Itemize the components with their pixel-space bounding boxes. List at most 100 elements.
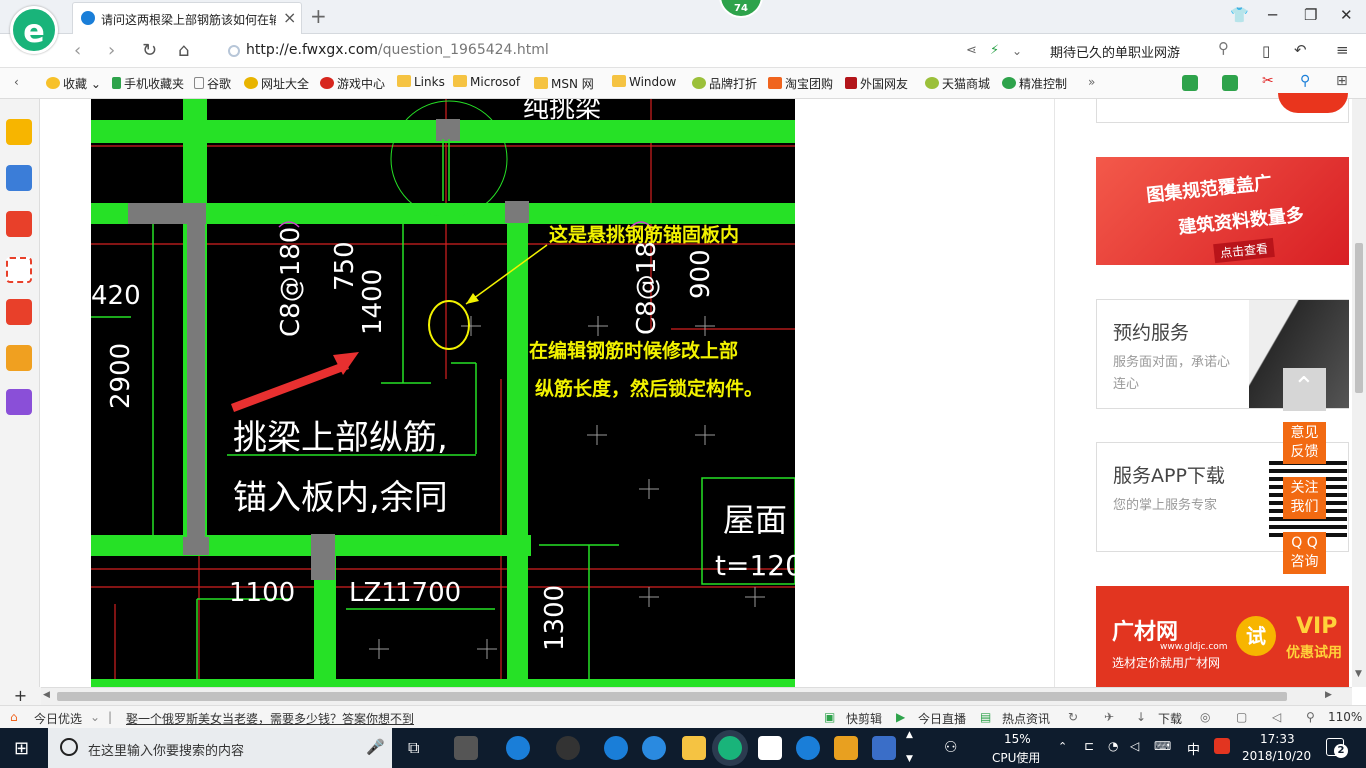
mail-icon[interactable] <box>758 736 782 760</box>
search-icon[interactable]: ⚲ <box>1218 39 1229 57</box>
network-device-icon[interactable]: ⊏ <box>1084 739 1094 753</box>
bookmark-item[interactable]: MSN 网 <box>534 75 594 92</box>
browser-tab[interactable]: 请问这两根梁上部钢筋该如何在输 × <box>72 2 302 34</box>
taskbar-scroll-down-icon[interactable]: ▼ <box>906 754 913 764</box>
2345-browser-icon[interactable] <box>718 736 742 760</box>
bookmark-item[interactable]: 精准控制 <box>1002 75 1067 92</box>
bookmark-item[interactable]: 游戏中心 <box>320 75 385 92</box>
keyboard-icon[interactable]: ⌨ <box>1154 739 1171 753</box>
news-headline[interactable]: 娶一个俄罗斯美女当老婆，需要多少钱？答案你想不到 <box>126 710 414 727</box>
bookmark-item[interactable]: 淘宝团购 <box>768 75 833 92</box>
refresh-icon[interactable]: ↻ <box>1068 710 1078 724</box>
new-tab-button[interactable]: + <box>310 4 327 28</box>
forward-icon[interactable]: › <box>108 40 115 61</box>
home-icon[interactable]: ⌂ <box>178 40 189 61</box>
pin-icon[interactable]: ✈ <box>1104 710 1114 724</box>
back-icon[interactable]: ‹ <box>74 40 81 61</box>
clock-time[interactable]: 17:33 <box>1260 732 1295 746</box>
bookmark-item[interactable]: 品牌打折 <box>692 75 757 92</box>
clock-date[interactable]: 2018/10/20 <box>1242 749 1311 763</box>
bookmark-item[interactable]: 外国网友 <box>845 75 908 92</box>
scissors-icon[interactable]: ✂ <box>1262 73 1274 89</box>
volume-icon[interactable]: ◁ <box>1272 710 1281 724</box>
url-field[interactable]: http://e.fwxgx.com/question_1965424.html <box>222 39 958 63</box>
hot-news-link[interactable]: 热点资讯 <box>1002 710 1050 727</box>
taskbar-search[interactable]: 在这里输入你要搜索的内容 🎤 <box>48 728 392 768</box>
download-link[interactable]: 下载 <box>1158 710 1182 727</box>
scroll-down-icon[interactable]: ▼ <box>1355 669 1362 679</box>
favorites-icon[interactable] <box>6 119 32 145</box>
bookmark-item[interactable]: 谷歌 <box>194 75 231 92</box>
note-icon[interactable] <box>6 345 32 371</box>
mail-icon[interactable] <box>6 257 32 283</box>
live-link[interactable]: 今日直播 <box>918 710 966 727</box>
edge-icon[interactable] <box>604 736 628 760</box>
bookmark-item[interactable]: 天猫商城 <box>925 75 990 92</box>
add-sidebar-button[interactable]: + <box>0 687 41 705</box>
zoom-level[interactable]: 110% <box>1328 710 1362 724</box>
microphone-icon[interactable]: 🎤 <box>366 738 385 756</box>
wallet-icon[interactable] <box>1182 75 1198 91</box>
file-explorer-icon[interactable] <box>682 736 706 760</box>
translate-icon[interactable] <box>1222 75 1238 91</box>
share-icon[interactable]: ⋖ <box>966 43 977 58</box>
scroll-right-icon[interactable]: ▶ <box>1325 690 1332 700</box>
guanglianda-icon[interactable] <box>796 736 820 760</box>
sogou-ime-icon[interactable] <box>1214 738 1230 754</box>
volume-icon[interactable]: ◁ <box>1130 739 1139 753</box>
bookmark-item[interactable]: 网址大全 <box>244 75 309 92</box>
bookmark-item[interactable]: Links <box>397 75 445 89</box>
lightning-icon[interactable]: ⚡ <box>990 43 999 58</box>
phone-icon[interactable]: ▯ <box>1262 42 1270 60</box>
browser-icon[interactable]: ◎ <box>1200 710 1210 724</box>
feedback-button[interactable]: 意见 反馈 <box>1283 422 1326 464</box>
comic-icon[interactable] <box>6 389 32 415</box>
browser-logo[interactable]: e <box>10 6 58 54</box>
scroll-thumb[interactable] <box>1355 243 1363 393</box>
bookmark-item[interactable]: 收藏 ⌄ <box>46 75 101 92</box>
today-picks[interactable]: 今日优选 <box>34 710 82 727</box>
news-icon[interactable] <box>6 165 32 191</box>
chevron-down-icon[interactable]: ⌄ <box>1012 44 1022 58</box>
close-tab-icon[interactable]: × <box>283 8 296 27</box>
ad-banner-atlas[interactable]: 图集规范覆盖广 建筑资料数量多 点击查看 <box>1096 157 1349 265</box>
refresh-icon[interactable]: ↻ <box>142 40 157 61</box>
scroll-thumb[interactable] <box>57 692 1287 701</box>
notes-icon[interactable] <box>834 736 858 760</box>
horizontal-scrollbar[interactable]: ◀ ▶ <box>41 687 1352 705</box>
people-icon[interactable]: ⚇ <box>944 738 957 756</box>
task-view-icon[interactable]: ⧉ <box>408 738 419 758</box>
speed-badge[interactable]: 74 <box>719 0 763 18</box>
wifi-icon[interactable]: ◔ <box>1108 739 1118 753</box>
minimize-icon[interactable]: ─ <box>1268 6 1277 24</box>
screenshot-app-icon[interactable] <box>872 736 896 760</box>
quickcut-link[interactable]: 快剪辑 <box>846 710 882 727</box>
tray-expand-icon[interactable]: ⌃ <box>1058 740 1067 753</box>
restore-icon[interactable]: ❐ <box>1304 6 1317 24</box>
weibo-icon[interactable] <box>6 211 32 237</box>
undo-icon[interactable]: ↶ <box>1294 41 1307 59</box>
ad-banner-gldjc[interactable]: 广材网 www.gldjc.com 选材定价就用广材网 试 VIP 优惠试用 <box>1096 586 1349 687</box>
bookmark-item[interactable]: 手机收藏夹 <box>112 75 184 92</box>
menu-icon[interactable]: ≡ <box>1336 41 1349 59</box>
windows-start-icon[interactable]: ⊞ <box>14 738 29 759</box>
scroll-left-icon[interactable]: ◀ <box>43 690 50 700</box>
chevron-down-icon[interactable]: ⌄ <box>90 710 100 724</box>
follow-us-button[interactable]: 关注 我们 <box>1283 477 1326 519</box>
bookmark-item[interactable]: Window <box>612 75 676 89</box>
vertical-scrollbar[interactable]: ▼ <box>1352 99 1366 687</box>
search-tool-icon[interactable]: ⚲ <box>1300 73 1310 89</box>
taskbar-scroll-up-icon[interactable]: ▲ <box>906 730 913 740</box>
window-icon[interactable]: ▢ <box>1236 710 1247 724</box>
back-to-top-button[interactable]: ⌃ <box>1283 368 1326 411</box>
game-controller-icon[interactable] <box>6 299 32 325</box>
notification-count[interactable]: 2 <box>1334 744 1348 758</box>
ie-icon[interactable] <box>642 736 666 760</box>
collapse-icon[interactable]: ‹ <box>14 75 19 89</box>
bookmark-item[interactable]: Microsof <box>453 75 520 89</box>
app-icon[interactable] <box>556 736 580 760</box>
edge-icon[interactable] <box>506 736 530 760</box>
apps-grid-icon[interactable]: ⊞ <box>1336 73 1348 89</box>
fan-app-icon[interactable] <box>454 736 478 760</box>
ime-indicator[interactable]: 中 <box>1187 739 1200 758</box>
